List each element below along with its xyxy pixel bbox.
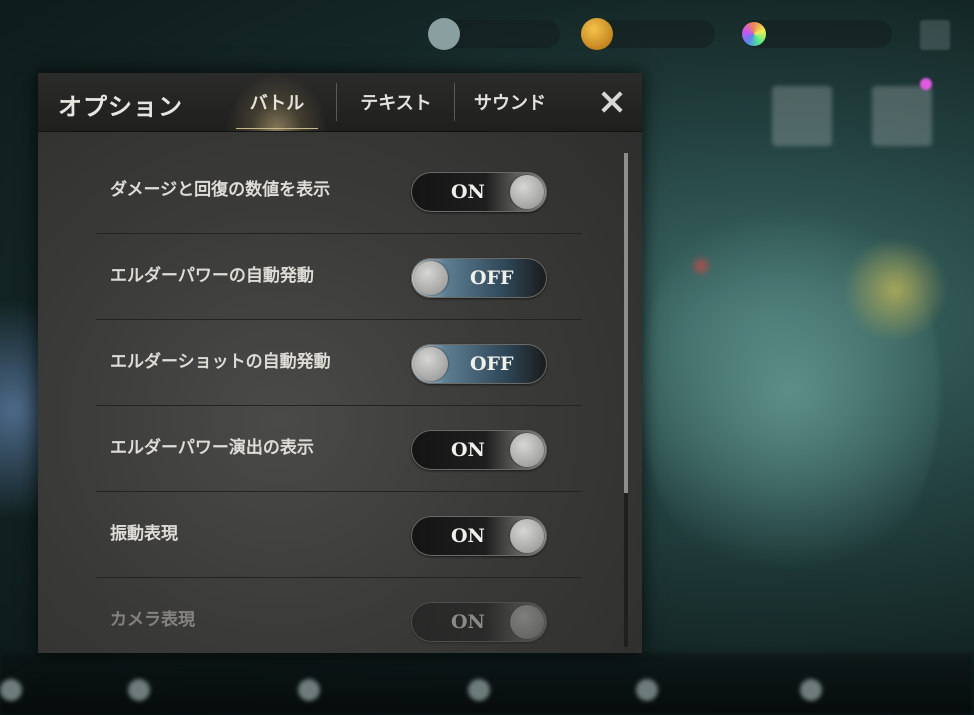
close-icon[interactable] (596, 86, 628, 118)
setting-row-elder-power-auto: エルダーパワーの自動発動 OFF (96, 233, 582, 320)
top-resource-bar (0, 0, 974, 64)
coin-icon (581, 18, 613, 50)
bg-glow (840, 240, 950, 340)
tab-sound[interactable]: サウンド (456, 73, 564, 131)
setting-row-damage-numbers: ダメージと回復の数値を表示 ON (96, 147, 582, 234)
gem-icon (742, 22, 766, 46)
setting-label: エルダーパワーの自動発動 (110, 266, 314, 286)
bottom-nav-item[interactable] (468, 679, 490, 701)
side-menu-button[interactable] (772, 86, 832, 146)
toggle-state-text: ON (451, 525, 485, 547)
toggle-knob (414, 261, 448, 295)
setting-row-camera: カメラ表現 ON (96, 577, 582, 653)
setting-row-elder-shot-auto: エルダーショットの自動発動 OFF (96, 319, 582, 406)
setting-row-vibration: 振動表現 ON (96, 491, 582, 578)
resource-pill (742, 20, 892, 48)
nav-icon (128, 679, 150, 701)
tab-label: サウンド (474, 93, 546, 114)
scrollbar-thumb[interactable] (624, 153, 628, 493)
toggle-state-text: OFF (470, 267, 514, 289)
toggle-switch[interactable]: ON (411, 516, 547, 556)
nav-icon (800, 679, 822, 701)
toggle-knob (414, 347, 448, 381)
resource-pill (581, 18, 715, 50)
toggle-knob (510, 605, 544, 639)
tab-label: テキスト (360, 93, 432, 114)
menu-grid-icon[interactable] (920, 20, 950, 50)
setting-label: エルダーショットの自動発動 (110, 352, 331, 372)
nav-icon (636, 679, 658, 701)
tab-battle[interactable]: バトル (226, 73, 328, 131)
setting-label: エルダーパワー演出の表示 (110, 438, 314, 458)
nav-icon (298, 679, 320, 701)
toggle-knob (510, 519, 544, 553)
bottom-nav-item[interactable] (128, 679, 150, 701)
toggle-switch[interactable]: ON (411, 602, 547, 642)
bottom-nav-bar (0, 653, 974, 715)
bottom-nav-item[interactable] (800, 679, 822, 701)
toggle-state-text: OFF (470, 353, 514, 375)
nav-icon (468, 679, 490, 701)
bottom-nav-item[interactable] (298, 679, 320, 701)
bg-glow (690, 255, 712, 277)
resource-icon (428, 18, 460, 50)
side-menu-button[interactable] (872, 86, 932, 146)
tab-text[interactable]: テキスト (338, 73, 454, 131)
toggle-switch[interactable]: OFF (411, 258, 547, 298)
setting-row-elder-power-effect: エルダーパワー演出の表示 ON (96, 405, 582, 492)
nav-icon (0, 679, 22, 701)
tab-divider (454, 83, 455, 121)
setting-label: カメラ表現 (110, 610, 195, 630)
toggle-state-text: ON (451, 181, 485, 203)
toggle-knob (510, 175, 544, 209)
dialog-title: オプション (58, 92, 183, 121)
toggle-switch[interactable]: ON (411, 172, 547, 212)
setting-label: ダメージと回復の数値を表示 (110, 180, 331, 200)
setting-label: 振動表現 (110, 524, 178, 544)
toggle-state-text: ON (451, 611, 485, 633)
toggle-switch[interactable]: ON (411, 430, 547, 470)
options-dialog: オプション バトル テキスト サウンド ダメージと回復の数値を表示 ON エルダ… (38, 73, 642, 653)
tab-divider (336, 83, 337, 121)
toggle-switch[interactable]: OFF (411, 344, 547, 384)
bottom-nav-item[interactable] (0, 679, 22, 701)
toggle-state-text: ON (451, 439, 485, 461)
notification-dot (920, 78, 932, 90)
toggle-knob (510, 433, 544, 467)
dialog-header: オプション バトル テキスト サウンド (38, 73, 642, 132)
tab-label: バトル (249, 93, 305, 114)
resource-pill (428, 18, 560, 50)
bottom-nav-item[interactable] (636, 679, 658, 701)
